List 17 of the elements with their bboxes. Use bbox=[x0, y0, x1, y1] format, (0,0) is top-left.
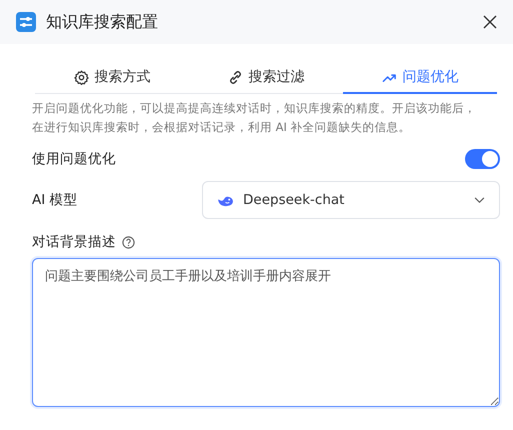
background-textarea[interactable]: 问题主要围绕公司员工手册以及培训手册内容展开 bbox=[32, 258, 500, 407]
chevron-down-icon bbox=[474, 196, 485, 204]
tab[interactable]: 搜索方式 bbox=[35, 62, 189, 94]
description-text: 开启问题优化功能，可以提高提高连续对话时，知识库搜索的精度。开启该功能后，在进行知识库搜索时，会根据对话记录，利用 AI 补全问题缺失的信息。 bbox=[32, 100, 477, 136]
field-label: 对话背景描述 bbox=[32, 233, 116, 251]
tab[interactable]: 问题优化 bbox=[343, 62, 497, 94]
link-icon bbox=[228, 70, 242, 84]
model-select[interactable]: Deepseek-chat bbox=[202, 181, 500, 219]
help-icon bbox=[122, 236, 135, 248]
close-button[interactable] bbox=[481, 13, 499, 31]
dialog-title: 知识库搜索配置 bbox=[46, 12, 159, 32]
field-label: 使用问题优化 bbox=[32, 150, 116, 168]
sliders-icon bbox=[16, 12, 36, 32]
toggle-switch[interactable] bbox=[465, 149, 500, 169]
gear-icon bbox=[74, 70, 88, 84]
tab[interactable]: 搜索过滤 bbox=[189, 62, 343, 94]
field-label: AI 模型 bbox=[32, 191, 78, 209]
